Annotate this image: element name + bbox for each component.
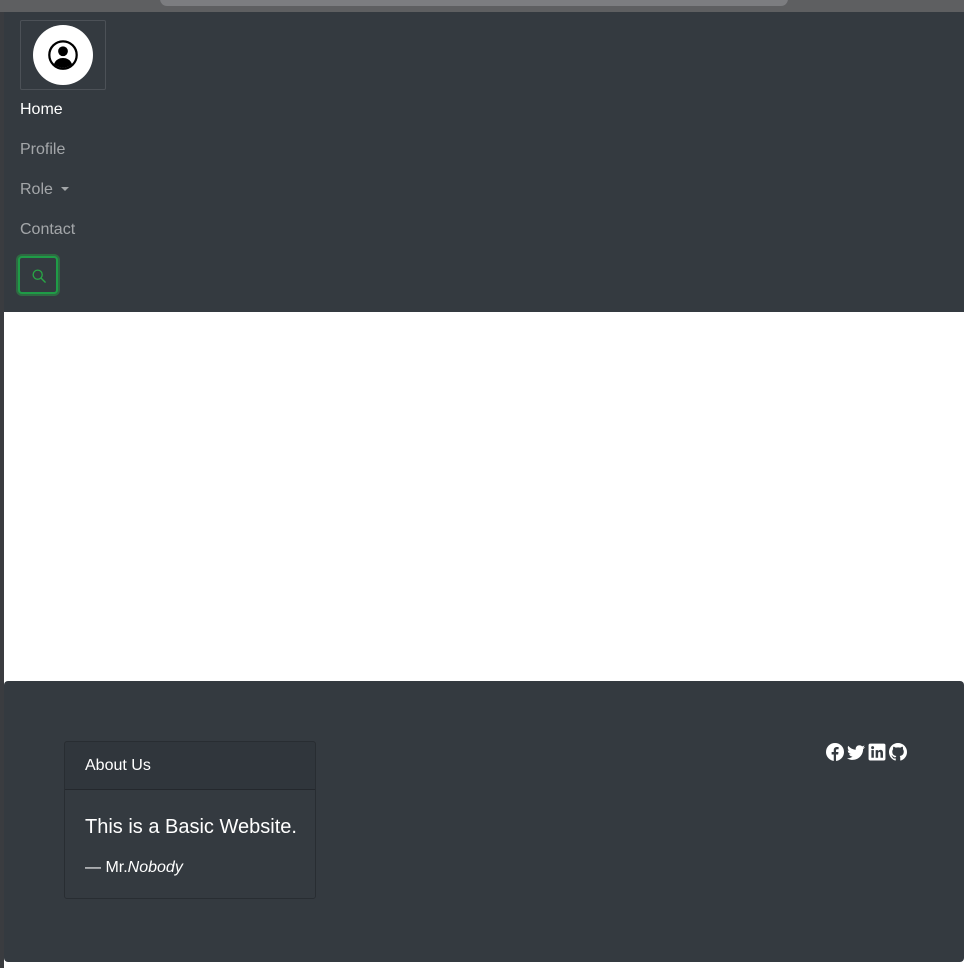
- quote-prefix: — Mr.: [85, 859, 128, 876]
- person-circle-icon: [48, 40, 78, 70]
- twitter-icon[interactable]: [847, 743, 865, 761]
- nav-link-profile[interactable]: Profile: [20, 140, 65, 160]
- address-bar[interactable]: [160, 0, 788, 6]
- navbar: Home Profile Role Contact: [4, 12, 964, 312]
- about-card: About Us This is a Basic Website. — Mr.N…: [64, 741, 316, 899]
- nav-dropdown-role[interactable]: Role: [20, 180, 69, 200]
- brand-logo: [33, 25, 93, 85]
- quote-attribution: — Mr.Nobody: [85, 859, 183, 877]
- caret-down-icon: [60, 187, 69, 191]
- facebook-icon[interactable]: [826, 743, 844, 761]
- social-links: [826, 743, 907, 761]
- browser-top-strip: [0, 0, 964, 12]
- github-icon[interactable]: [889, 743, 907, 761]
- navbar-brand[interactable]: [20, 20, 106, 90]
- search-button[interactable]: [18, 256, 58, 294]
- page: Home Profile Role Contact About Us This …: [4, 12, 964, 968]
- search-icon: [32, 269, 46, 283]
- nav-link-role-label: Role: [20, 181, 53, 198]
- card-title: About Us: [65, 742, 315, 790]
- nav-link-contact[interactable]: Contact: [20, 220, 75, 240]
- footer: About Us This is a Basic Website. — Mr.N…: [4, 681, 964, 962]
- linkedin-icon[interactable]: [868, 743, 886, 761]
- nav-link-home[interactable]: Home: [20, 100, 63, 120]
- quote-text: This is a Basic Website.: [85, 816, 297, 838]
- quote-author: Nobody: [127, 859, 183, 876]
